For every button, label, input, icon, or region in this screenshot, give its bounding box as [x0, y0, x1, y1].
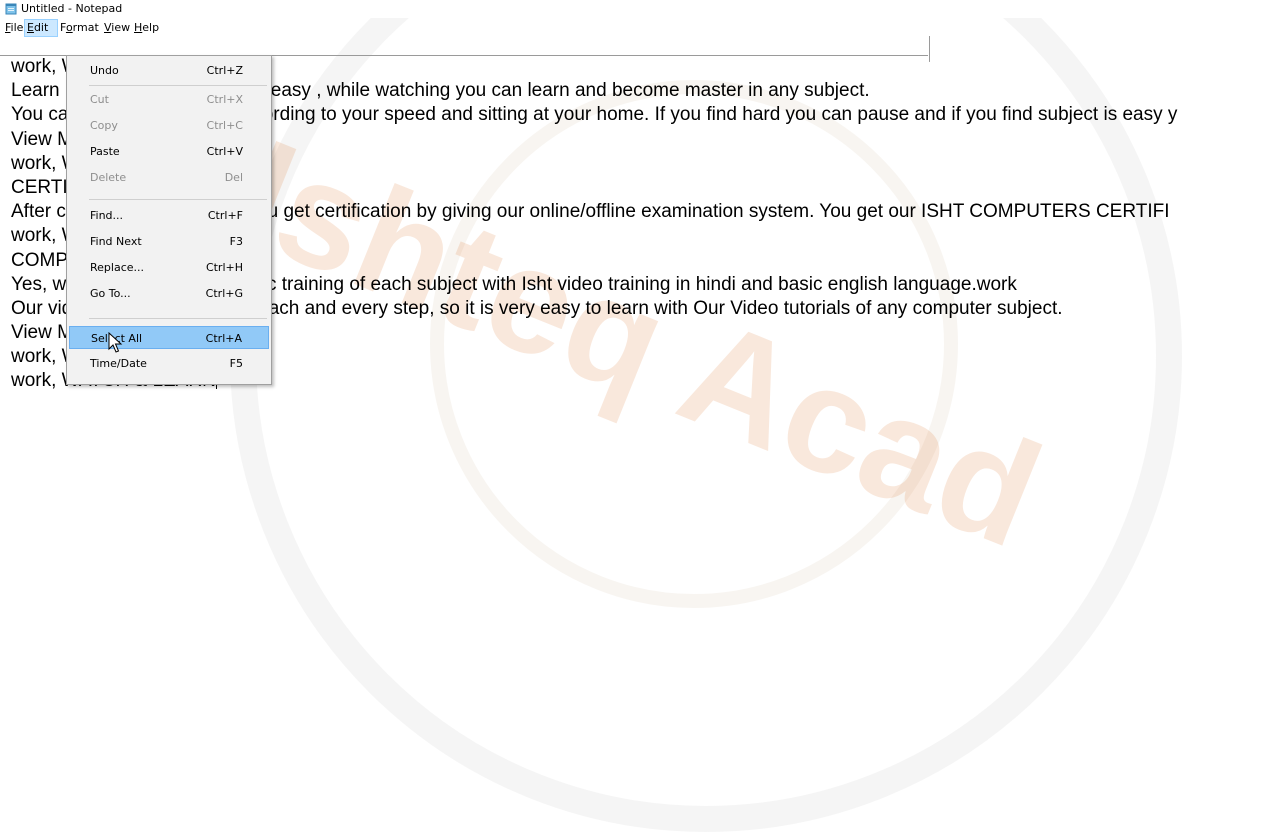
menu-file[interactable]: File [3, 20, 25, 36]
menu-item-copy[interactable]: Copy Ctrl+C [69, 114, 269, 137]
menu-item-replace[interactable]: Replace... Ctrl+H [69, 256, 269, 279]
menu-item-shortcut: Ctrl+H [205, 261, 243, 274]
menu-item-go-to[interactable]: Go To... Ctrl+G [69, 282, 269, 305]
menu-item-label: Cut [90, 93, 109, 106]
menu-item-label: Go To... [90, 287, 131, 300]
menu-item-shortcut: F5 [229, 357, 243, 370]
menu-view[interactable]: View [102, 20, 132, 36]
mouse-pointer-icon [108, 332, 123, 353]
menu-item-label: Find... [90, 209, 124, 222]
menu-item-shortcut: Ctrl+G [205, 287, 243, 300]
menu-item-shortcut: Ctrl+A [205, 332, 242, 345]
menu-separator [89, 318, 267, 319]
menu-item-label: Time/Date [90, 357, 147, 370]
menu-item-paste[interactable]: Paste Ctrl+V [69, 140, 269, 163]
menu-item-find-next[interactable]: Find Next F3 [69, 230, 269, 253]
menu-item-shortcut: Ctrl+F [207, 209, 243, 222]
menu-item-label: Undo [90, 64, 119, 77]
notepad-icon [5, 3, 17, 15]
menu-item-shortcut: F3 [229, 235, 243, 248]
menu-separator [89, 85, 267, 86]
menu-item-find[interactable]: Find... Ctrl+F [69, 204, 269, 227]
menu-format[interactable]: Format [58, 20, 101, 36]
menu-item-shortcut: Ctrl+V [206, 145, 243, 158]
menu-item-label: Copy [90, 119, 118, 132]
menu-item-label: Find Next [90, 235, 142, 248]
menu-item-shortcut: Ctrl+Z [206, 64, 243, 77]
menu-item-label: Paste [90, 145, 120, 158]
menu-item-label: Delete [90, 171, 127, 184]
menu-item-label: Replace... [90, 261, 145, 274]
menu-separator [89, 199, 267, 200]
menu-item-shortcut: Ctrl+X [206, 93, 243, 106]
menu-item-cut[interactable]: Cut Ctrl+X [69, 88, 269, 111]
menu-item-select-all[interactable]: Select All Ctrl+A [69, 326, 269, 349]
menu-edit[interactable]: Edit [24, 19, 58, 37]
menu-item-time-date[interactable]: Time/Date F5 [69, 352, 269, 375]
menu-help[interactable]: Help [132, 20, 161, 36]
title-bar: Untitled - Notepad [0, 0, 1269, 18]
menu-item-delete[interactable]: Delete Del [69, 166, 269, 189]
menu-item-shortcut: Ctrl+C [206, 119, 243, 132]
menu-item-shortcut: Del [224, 171, 243, 184]
menu-item-undo[interactable]: Undo Ctrl+Z [69, 59, 269, 82]
edit-menu-dropdown: Undo Ctrl+Z Cut Ctrl+X Copy Ctrl+C Paste… [66, 55, 272, 385]
window-title: Untitled - Notepad [21, 2, 123, 15]
menu-bar: File Edit Format View Help [0, 19, 930, 37]
